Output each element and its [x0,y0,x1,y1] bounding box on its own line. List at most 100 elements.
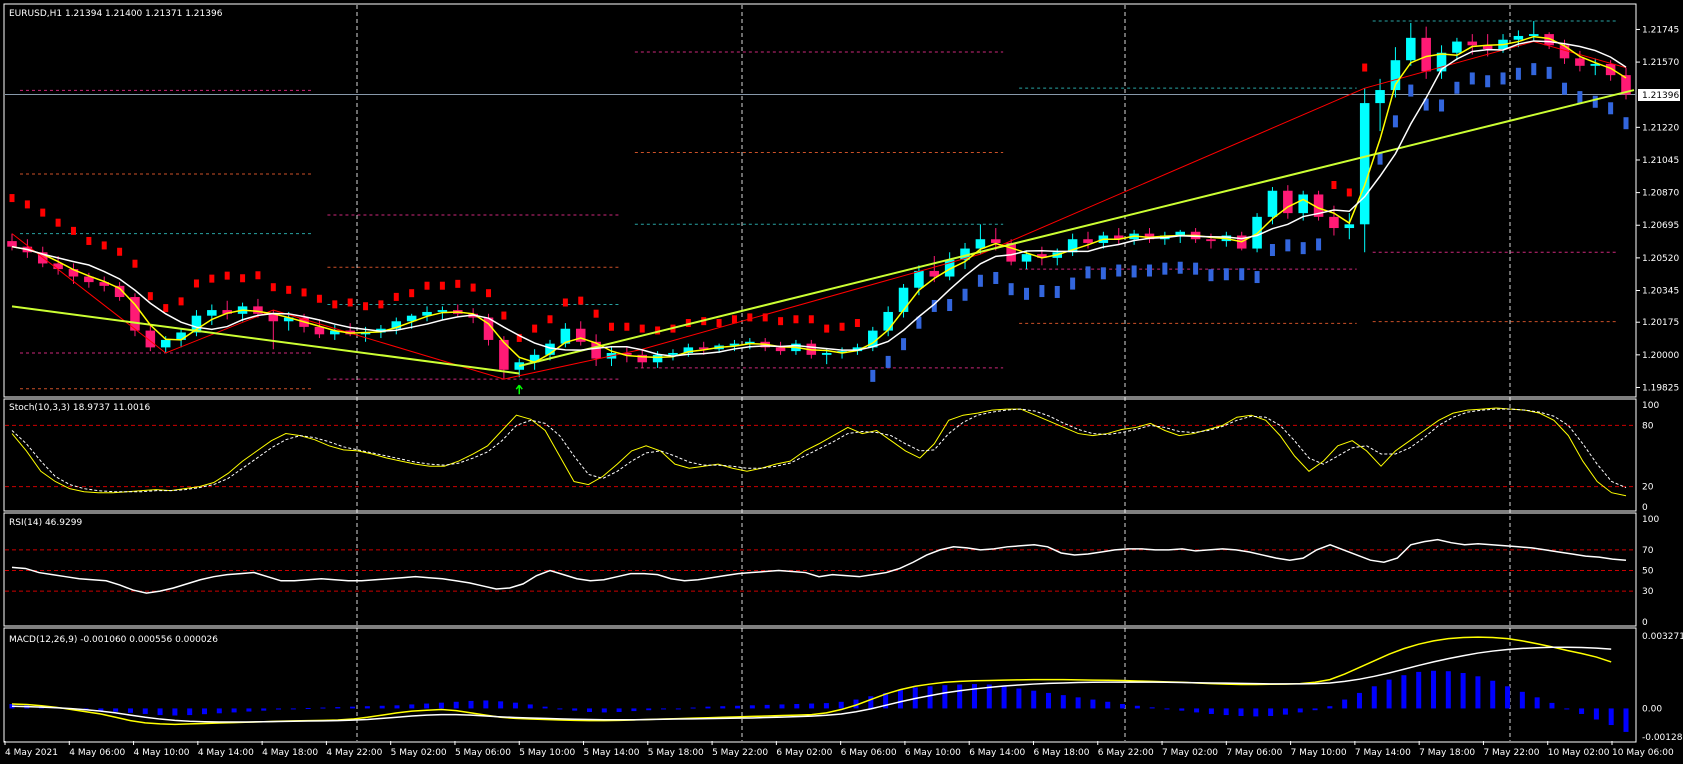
sar-bull-mark [1454,81,1460,94]
stoch-tick-label: 20 [1642,483,1654,493]
sar-bull-mark [1146,264,1152,277]
sar-bull-mark [993,271,999,284]
macd-histogram-bar [1134,705,1140,709]
candle-bear [253,306,263,314]
macd-histogram-bar [1194,708,1200,713]
price-panel-title: EURUSD,H1 1.21394 1.21400 1.21371 1.2139… [9,9,223,19]
sar-bear-mark [9,194,15,203]
time-tick-label: 6 May 10:00 [905,748,961,758]
macd-histogram-bar [1016,688,1022,709]
sar-bull-mark [1085,266,1091,279]
sar-bear-mark [1362,63,1368,72]
macd-histogram-bar [897,689,903,709]
macd-tick-label: 0.00 [1642,704,1662,714]
sar-bear-mark [501,311,507,320]
rsi-tick-label: 50 [1642,567,1654,577]
macd-histogram-bar [601,708,607,713]
sar-bull-mark [1193,262,1199,275]
macd-histogram-bar [1120,703,1126,709]
sar-bull-mark [1070,277,1076,290]
macd-histogram-bar [1431,670,1437,709]
time-tick-label: 4 May 18:00 [262,748,318,758]
sar-bull-mark [1024,287,1030,300]
sar-bull-mark [1485,75,1491,88]
macd-histogram-bar [557,708,563,710]
macd-histogram-bar [1608,708,1614,726]
macd-histogram-bar [779,704,785,709]
candle-bear [991,239,1001,243]
macd-histogram-bar [1282,708,1288,715]
macd-histogram-bar [187,708,193,716]
macd-histogram-bar [720,706,726,709]
macd-histogram-bar [957,684,963,709]
macd-histogram-bar [586,708,592,712]
candle-bear [1329,216,1339,229]
macd-histogram-bar [542,706,548,709]
macd-histogram-bar [1208,708,1214,714]
macd-histogram-bar [512,702,518,709]
candle-bull [821,352,832,355]
macd-histogram-bar [1312,708,1318,711]
macd-histogram-bar [335,707,341,709]
sar-bear-mark [409,289,415,298]
rsi-panel-title: RSI(14) 46.9299 [9,518,82,528]
sar-bear-mark [117,247,123,256]
sar-bear-mark [378,300,384,309]
sar-bear-mark [1346,188,1352,197]
candle-bull [1375,90,1385,104]
time-tick-label: 5 May 14:00 [584,748,640,758]
stoch-tick-label: 0 [1642,503,1648,513]
macd-histogram-bar [438,702,444,709]
candle-bull [176,332,186,340]
macd-histogram-bar [1475,676,1481,709]
macd-histogram-bar [409,704,415,709]
time-tick-label: 5 May 18:00 [648,748,704,758]
macd-histogram-bar [1623,708,1629,732]
macd-histogram-bar [1445,671,1451,709]
sar-bull-mark [1531,63,1537,76]
candle-bear [1559,45,1570,59]
macd-histogram-bar [157,708,163,716]
candle-bull [914,270,924,288]
macd-histogram-bar [1519,691,1525,709]
time-tick-label: 6 May 02:00 [776,748,832,758]
macd-histogram-bar [1564,708,1570,710]
time-tick-label: 7 May 14:00 [1355,748,1411,758]
candle-bull [1344,224,1355,229]
candle-bear [499,339,509,370]
macd-histogram-bar [1579,708,1585,714]
sar-bear-mark [608,322,614,331]
macd-histogram-bar [379,705,385,709]
macd-histogram-bar [498,701,504,709]
trading-chart[interactable]: 1.21745 1.21570 1.21220 1.21045 1.20870 1.206… [0,0,1683,764]
time-tick-label: 5 May 10:00 [519,748,575,758]
macd-histogram-bar [735,705,741,709]
macd-histogram-bar [364,706,370,709]
macd-histogram-bar [216,708,222,714]
sar-bear-mark [716,319,722,328]
sar-bear-mark [55,218,61,227]
macd-histogram-bar [631,708,637,712]
macd-histogram-bar [1060,695,1066,709]
sar-bear-mark [70,226,76,235]
rsi-tick-label: 100 [1642,515,1659,525]
sar-bull-mark [1131,265,1137,278]
sar-bear-mark [224,271,230,280]
sar-bear-mark [547,315,553,324]
candle-bear [1467,41,1478,46]
candle-bear [1083,239,1093,243]
candle-bull [1529,34,1539,36]
price-tick-label: 1.20345 [1642,287,1679,297]
macd-histogram-bar [527,704,533,709]
sar-bear-mark [301,288,307,297]
macd-histogram-bar [1490,680,1496,709]
price-tick-label: 1.21220 [1642,123,1679,133]
macd-histogram-bar [113,708,119,712]
sar-bull-mark [870,369,876,382]
macd-histogram-bar [1253,708,1259,717]
sar-bear-mark [562,298,568,307]
stoch-tick-label: 80 [1642,421,1654,431]
price-tick-label: 1.20870 [1642,189,1679,199]
sar-bull-mark [947,299,953,312]
macd-histogram-bar [246,708,252,712]
